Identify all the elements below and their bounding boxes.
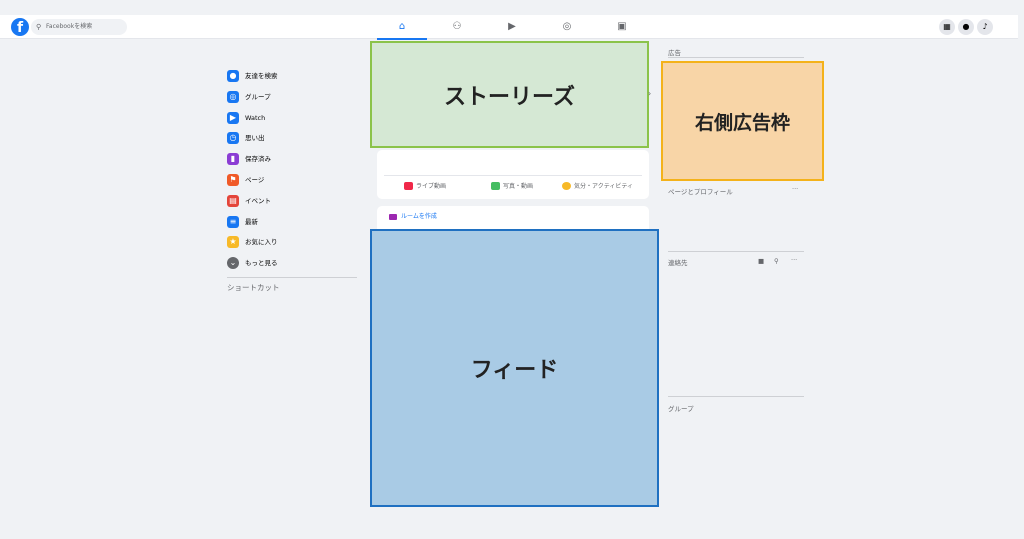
watch-icon: ▶	[508, 21, 516, 32]
photo-video-label: 写真・動画	[503, 183, 534, 190]
sidebar-item-label: 保存済み	[245, 155, 271, 163]
events-icon: ▤	[227, 195, 239, 207]
facebook-logo-icon[interactable]: f	[11, 18, 29, 36]
sidebar-item-saved[interactable]: ▮ 保存済み	[227, 150, 357, 168]
ads-title: 広告	[668, 49, 681, 57]
search-placeholder: Facebookを検索	[46, 23, 93, 30]
search-icon: ⚲	[36, 23, 42, 31]
sidebar-item-find-friends[interactable]: ● 友達を検索	[227, 67, 357, 85]
sidebar-item-label: イベント	[245, 197, 271, 205]
sidebar-item-label: ページ	[245, 176, 265, 184]
sidebar-item-label: 最新	[245, 218, 258, 226]
memories-icon: ◷	[227, 132, 239, 144]
groups-icon: ◎	[562, 21, 572, 32]
sidebar-item-groups[interactable]: ◎ グループ	[227, 88, 357, 106]
shortcuts-title: ショートカット	[227, 283, 280, 292]
feeling-activity-button[interactable]: 気分・アクティビティ	[562, 181, 633, 190]
nav-tab-home[interactable]: ⌂	[377, 15, 427, 40]
saved-icon: ▮	[227, 153, 239, 165]
search-icon[interactable]: ⚲	[774, 257, 779, 265]
notifications-icon: ♪	[982, 22, 988, 31]
sidebar-item-label: 思い出	[245, 134, 265, 142]
latest-icon: ≡	[227, 216, 239, 228]
ad-slot-label: 右側広告枠	[694, 111, 790, 134]
pages-profiles-title: ページとプロフィール	[668, 188, 733, 196]
sidebar-item-label: グループ	[245, 93, 271, 101]
friends-icon: ●	[227, 70, 239, 82]
create-room-label: ルームを作成	[401, 213, 437, 220]
photo-video-button[interactable]: 写真・動画	[491, 181, 533, 190]
stories-area[interactable]: ストーリーズ	[370, 41, 649, 148]
search-input[interactable]: ⚲ Facebookを検索	[31, 19, 127, 35]
notifications-button[interactable]: ♪	[977, 19, 993, 35]
sidebar-item-label: Watch	[245, 114, 266, 122]
feeling-icon	[562, 181, 571, 190]
gaming-icon: ▣	[617, 21, 627, 32]
more-options-icon[interactable]: ···	[791, 256, 797, 264]
right-ad-slot[interactable]: 右側広告枠	[661, 61, 824, 181]
favorites-icon: ★	[227, 236, 239, 248]
sidebar-item-events[interactable]: ▤ イベント	[227, 192, 357, 210]
room-video-icon	[389, 213, 397, 220]
menu-button[interactable]: ▦	[939, 19, 955, 35]
nav-tab-gaming[interactable]: ▣	[597, 15, 647, 39]
live-video-button[interactable]: ライブ動画	[404, 181, 446, 190]
messenger-button[interactable]: ●	[958, 19, 974, 35]
stories-label: ストーリーズ	[444, 84, 575, 110]
video-call-icon[interactable]: ■	[758, 257, 764, 265]
nav-tab-watch[interactable]: ▶	[487, 15, 537, 39]
sidebar-item-see-more[interactable]: ⌄ もっと見る	[227, 254, 357, 272]
watch-icon: ▶	[227, 112, 239, 124]
chevron-down-icon: ⌄	[227, 257, 239, 269]
groups-icon: ◎	[227, 91, 239, 103]
feed-area[interactable]: フィード	[370, 229, 659, 507]
sidebar-item-latest[interactable]: ≡ 最新	[227, 213, 357, 231]
sidebar-item-label: もっと見る	[245, 259, 278, 267]
feeling-activity-label: 気分・アクティビティ	[574, 183, 633, 190]
live-video-label: ライブ動画	[416, 183, 447, 190]
feed-label: フィード	[470, 358, 559, 383]
chevron-right-icon[interactable]: ›	[648, 89, 651, 98]
sidebar-item-pages[interactable]: ⚑ ページ	[227, 171, 357, 189]
sidebar-item-label: お気に入り	[245, 238, 278, 246]
groups-divider	[668, 396, 804, 397]
sidebar-item-label: 友達を検索	[245, 72, 278, 80]
contacts-title: 連絡先	[668, 259, 688, 267]
photo-video-icon	[491, 181, 500, 190]
post-composer: ライブ動画 写真・動画 気分・アクティビティ	[377, 150, 649, 199]
ads-divider	[668, 57, 804, 58]
home-icon: ⌂	[398, 21, 406, 32]
pages-icon: ⚑	[227, 174, 239, 186]
create-room-button[interactable]: ルームを作成	[377, 206, 649, 230]
nav-tab-friends[interactable]: ⚇	[432, 15, 482, 39]
messenger-icon: ●	[962, 22, 970, 31]
menu-grid-icon: ▦	[943, 22, 951, 31]
contacts-divider	[668, 251, 804, 252]
composer-divider	[384, 175, 642, 176]
live-video-icon	[404, 181, 413, 190]
more-options-icon[interactable]: ···	[792, 185, 798, 193]
friends-icon: ⚇	[452, 21, 462, 32]
sidebar-item-favorites[interactable]: ★ お気に入り	[227, 233, 357, 251]
nav-tab-groups[interactable]: ◎	[542, 15, 592, 39]
sidebar-divider	[227, 277, 357, 278]
sidebar-item-memories[interactable]: ◷ 思い出	[227, 129, 357, 147]
top-navigation-bar: f ⚲ Facebookを検索 ⌂ ⚇ ▶ ◎ ▣ ▦ ● ♪	[0, 15, 1018, 40]
sidebar-item-watch[interactable]: ▶ Watch	[227, 109, 357, 127]
groups-title: グループ	[668, 405, 694, 413]
